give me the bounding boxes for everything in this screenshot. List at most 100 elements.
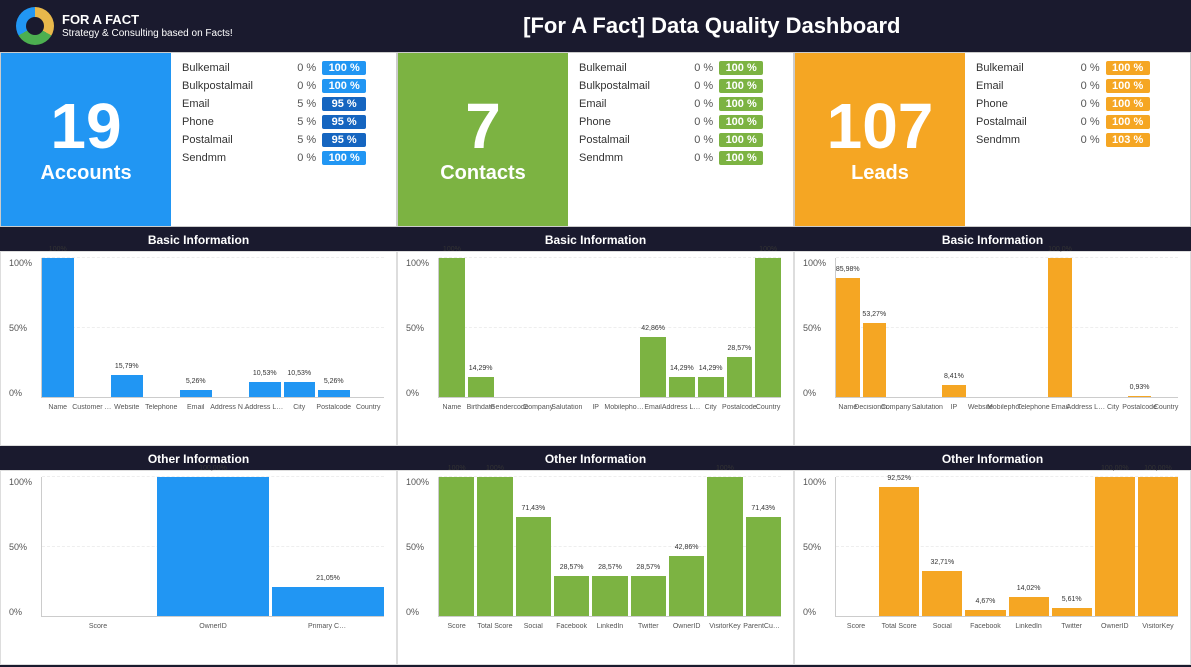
field-name: Bulkemail (179, 59, 285, 77)
bar-axis-label: Score (437, 623, 477, 630)
field-missing-pct: 0 % (682, 95, 716, 113)
leads-label: Leads (851, 162, 909, 185)
bar-axis-label: OwnerID (193, 623, 233, 630)
field-name: Sendmm (973, 131, 1063, 149)
bar-group: 53,27%Decisionmaker (863, 258, 887, 397)
contacts-other-bars: 100%Score100%Total Score71,43%Social28,5… (438, 477, 781, 617)
leads-count-box: 107 Leads (795, 53, 965, 226)
logo: FOR A FACT Strategy & Consulting based o… (16, 7, 233, 45)
bar-group: 71,43%ParentCustomer- (746, 477, 781, 616)
accounts-basic-chart: 100% 50% 0% 100%NameCustomer Type15,79%W… (0, 251, 397, 446)
leads-basic-header: Basic Information (794, 229, 1191, 251)
bar: 28,57%Facebook (554, 576, 589, 616)
field-quality-badge: 100 % (319, 149, 388, 167)
logo-text: FOR A FACT Strategy & Consulting based o… (62, 12, 233, 40)
bar-value-label: 5,26% (176, 378, 216, 385)
accounts-other-chart: 100% 50% 0% Score100,00%OwnerID21,05%Pri… (0, 470, 397, 665)
contacts-basic-section: Basic Information 100% 50% 0% 100%Name14… (397, 229, 794, 448)
bar-group: Address Line1 (1075, 258, 1099, 397)
field-name: Postalmail (179, 131, 285, 149)
field-missing-pct: 0 % (1063, 59, 1103, 77)
field-missing-pct: 0 % (682, 113, 716, 131)
leads-other-bars: Score92,52%Total Score32,71%Social4,67%F… (835, 477, 1178, 617)
bar-group: Telephone (1022, 258, 1046, 397)
field-name: Sendmm (576, 149, 682, 167)
contacts-basic-bars: 100%Name14,29%BirthdateGendercodeCompany… (438, 258, 781, 398)
bar-group: 4,67%Facebook (965, 477, 1005, 616)
contacts-basic-y-labels: 100% 50% 0% (406, 258, 436, 398)
bar-value-label: 100% (705, 465, 745, 472)
bar-axis-label: Twitter (1052, 623, 1092, 630)
bar-axis-label: Primary Contact (308, 623, 348, 630)
bar-group: 100,00%OwnerID (157, 477, 269, 616)
field-missing-pct: 0 % (285, 149, 319, 167)
bar-axis-label: VisitorKey (1138, 623, 1178, 630)
field-missing-pct: 0 % (1063, 131, 1103, 149)
main-content: 19 Accounts Bulkemail 0 % 100 % Bulkpost… (0, 52, 1191, 667)
field-missing-pct: 5 % (285, 95, 319, 113)
bar-value-label: 15,79% (107, 363, 147, 370)
field-missing-pct: 5 % (285, 131, 319, 149)
field-quality-badge: 100 % (1103, 113, 1182, 131)
bar-axis-label: OwnerID (667, 623, 707, 630)
bar-axis-label: OwnerID (1095, 623, 1135, 630)
bar-value-label: 100% (748, 246, 788, 253)
field-name: Postalmail (576, 131, 682, 149)
accounts-basic-bars: 100%NameCustomer Type15,79%WebsiteTeleph… (41, 258, 384, 398)
field-quality-badge: 100 % (716, 95, 785, 113)
bar: 4,67%Facebook (965, 610, 1005, 616)
header: FOR A FACT Strategy & Consulting based o… (0, 0, 1191, 52)
bar: 14,29%Address Line1 (669, 377, 695, 397)
bar: 32,71%Social (922, 571, 962, 616)
bar-group: 42,86%OwnerID (669, 477, 704, 616)
field-missing-pct: 0 % (285, 77, 319, 95)
bar-value-label: 5,26% (314, 378, 354, 385)
leads-basic-bars: 85,98%Name53,27%DecisionmakerCompany Nam… (835, 258, 1178, 398)
bar-group: Mobilephone (995, 258, 1019, 397)
accounts-fields-table: Bulkemail 0 % 100 % Bulkpostalmail 0 % 1… (171, 53, 396, 226)
bar: 28,57%Twitter (631, 576, 666, 616)
bar-group: 0,93%Postalcode (1128, 258, 1152, 397)
field-quality-badge: 100 % (319, 59, 388, 77)
bar: 10,53%Address Line1 (249, 382, 281, 397)
bar-group: IP (583, 258, 609, 397)
bar-group: Address Name (215, 258, 247, 397)
field-missing-pct: 0 % (1063, 77, 1103, 95)
bar-value-label: 4,67% (965, 598, 1005, 605)
bar-group: 42,86%Email (640, 258, 666, 397)
bar-axis-label: Twitter (628, 623, 668, 630)
bar-axis-label: Score (836, 623, 876, 630)
bar: 5,26%Postalcode (318, 390, 350, 397)
bar-axis-label: VisitorKey (705, 623, 745, 630)
bar-value-label: 100,00% (1138, 465, 1178, 472)
field-quality-badge: 95 % (319, 131, 388, 149)
contacts-count-box: 7 Contacts (398, 53, 568, 226)
bar: 100%Name (439, 258, 465, 397)
bar-value-label: 100% (437, 465, 477, 472)
bar-value-label: 42,86% (667, 544, 707, 551)
field-quality-badge: 100 % (716, 149, 785, 167)
field-name: Email (179, 95, 285, 113)
bar: 100,00%OwnerID (1095, 477, 1135, 616)
leads-basic-chart: 100% 50% 0% 85,98%Name53,27%Decisionmake… (794, 251, 1191, 446)
page-title: [For A Fact] Data Quality Dashboard (249, 13, 1175, 39)
field-missing-pct: 5 % (285, 113, 319, 131)
bar: 10,53%City (284, 382, 316, 397)
field-quality-badge: 100 % (1103, 95, 1182, 113)
field-name: Bulkemail (576, 59, 682, 77)
bar-group: City (1101, 258, 1125, 397)
bar-group: Telephone (146, 258, 178, 397)
bar-group: 100%Total Score (477, 477, 512, 616)
accounts-basic-y-labels: 100% 50% 0% (9, 258, 39, 398)
contacts-other-section: Other Information 100% 50% 0% 100%Score1… (397, 448, 794, 667)
field-name: Bulkemail (973, 59, 1063, 77)
bar: 28,57%LinkedIn (592, 576, 627, 616)
bar: 71,43%ParentCustomer- (746, 517, 781, 616)
bar-axis-label: Total Score (475, 623, 515, 630)
bar-group: Company Name (889, 258, 913, 397)
bar-axis-label: Country (1146, 404, 1186, 411)
bar-group: Company (525, 258, 551, 397)
bar-group: Salutation (554, 258, 580, 397)
accounts-other-section: Other Information 100% 50% 0% Score100,0… (0, 448, 397, 667)
bar: 100%VisitorKey (707, 477, 742, 616)
